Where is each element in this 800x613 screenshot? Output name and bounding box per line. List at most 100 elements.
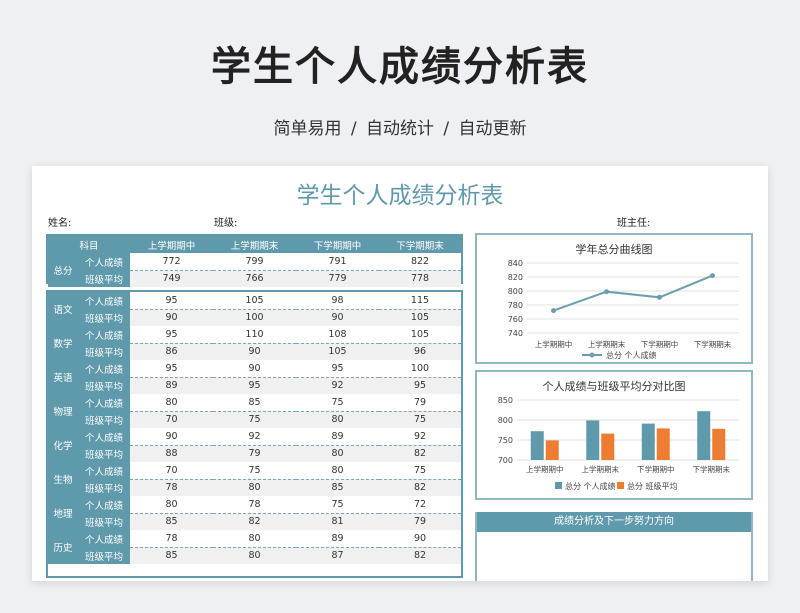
score-cell[interactable]: 78 <box>130 479 213 496</box>
score-cell[interactable]: 80 <box>130 496 213 514</box>
score-cell[interactable]: 88 <box>130 445 213 462</box>
bar-chart: 700 750 800 850 上学期期中 上学期期末 下学期期中 下学期期末总分 个人成绩 总… <box>498 396 739 491</box>
score-cell[interactable]: 85 <box>213 394 296 412</box>
score-cell[interactable]: 92 <box>379 428 461 446</box>
score-cell[interactable]: 82 <box>213 513 296 530</box>
score-cell[interactable]: 115 <box>379 292 461 310</box>
score-cell[interactable]: 75 <box>213 411 296 428</box>
x-tick-label: 下学期期中 <box>641 339 679 349</box>
score-cell[interactable]: 95 <box>213 377 296 394</box>
score-cell[interactable]: 75 <box>296 496 379 514</box>
score-cell[interactable]: 96 <box>379 343 461 360</box>
score-cell[interactable]: 778 <box>379 270 462 287</box>
row-label: 班级平均 <box>78 513 130 530</box>
score-cell[interactable]: 72 <box>379 496 461 514</box>
score-cell[interactable]: 105 <box>296 343 379 360</box>
score-cell[interactable]: 85 <box>296 479 379 496</box>
x-tick-label: 下学期期中 <box>637 464 675 474</box>
score-sheet: 学生个人成绩分析表 姓名: 班级: 班主任: 科目 上学期期中 上学期期末 下学期期中… <box>32 166 768 581</box>
legend-label: 总分 个人成绩 <box>565 481 616 491</box>
score-cell[interactable]: 70 <box>130 411 213 428</box>
score-cell[interactable]: 95 <box>130 292 213 310</box>
score-cell[interactable]: 772 <box>130 253 214 271</box>
analysis-title: 成绩分析及下一步努力方向 <box>477 512 751 532</box>
score-cell[interactable]: 100 <box>213 309 296 326</box>
score-cell[interactable]: 75 <box>296 394 379 412</box>
score-cell[interactable]: 75 <box>379 411 461 428</box>
score-cell[interactable]: 92 <box>296 377 379 394</box>
score-cell[interactable]: 95 <box>296 360 379 378</box>
score-cell[interactable]: 80 <box>296 445 379 462</box>
score-cell[interactable]: 79 <box>213 445 296 462</box>
row-label: 个人成绩 <box>78 360 130 377</box>
y-tick-label: 850 <box>498 396 513 405</box>
score-cell[interactable]: 80 <box>213 530 296 548</box>
score-cell[interactable]: 89 <box>296 530 379 548</box>
table-row: 班级平均 78 80 85 82 <box>48 479 461 496</box>
y-tick-label: 780 <box>508 301 523 310</box>
score-cell[interactable]: 79 <box>379 394 461 412</box>
score-cell[interactable]: 89 <box>130 377 213 394</box>
score-cell[interactable]: 75 <box>213 462 296 480</box>
analysis-text-area[interactable] <box>477 532 751 581</box>
score-cell[interactable]: 110 <box>213 326 296 344</box>
score-cell[interactable]: 81 <box>296 513 379 530</box>
table-row: 数学 个人成绩 95 110 108 105 <box>48 326 461 360</box>
score-cell[interactable]: 82 <box>379 445 461 462</box>
score-cell[interactable]: 108 <box>296 326 379 344</box>
score-cell[interactable]: 791 <box>296 253 380 271</box>
score-cell[interactable]: 82 <box>379 547 461 564</box>
score-cell[interactable]: 78 <box>213 496 296 514</box>
legend-marker <box>589 352 595 358</box>
score-cell[interactable]: 80 <box>296 462 379 480</box>
score-cell[interactable]: 105 <box>213 292 296 310</box>
score-cell[interactable]: 86 <box>130 343 213 360</box>
score-cell[interactable]: 80 <box>213 479 296 496</box>
score-cell[interactable]: 80 <box>296 411 379 428</box>
score-cell[interactable]: 90 <box>296 309 379 326</box>
row-label: 个人成绩 <box>78 326 130 343</box>
header-period: 上学期期中 <box>130 236 214 253</box>
score-cell[interactable]: 85 <box>130 513 213 530</box>
score-cell[interactable]: 90 <box>130 428 213 446</box>
subject-cell: 数学 <box>48 326 78 360</box>
score-cell[interactable]: 95 <box>130 326 213 344</box>
subject-score-table: 语文 个人成绩 95 105 98 115 班级平均 90 100 90 105 数学 个人成绩 95 11… <box>48 292 461 564</box>
score-cell[interactable]: 822 <box>379 253 462 271</box>
y-tick-label: 740 <box>508 329 523 338</box>
score-cell[interactable]: 98 <box>296 292 379 310</box>
score-cell[interactable]: 90 <box>213 360 296 378</box>
score-cell[interactable]: 82 <box>379 479 461 496</box>
score-cell[interactable]: 105 <box>379 309 461 326</box>
score-cell[interactable]: 80 <box>130 394 213 412</box>
score-cell[interactable]: 100 <box>379 360 461 378</box>
score-cell[interactable]: 85 <box>130 547 213 564</box>
bar <box>601 433 615 460</box>
table-row: 班级平均 85 80 87 82 <box>48 547 461 564</box>
score-cell[interactable]: 79 <box>379 513 461 530</box>
bar <box>545 440 559 460</box>
score-cell[interactable]: 87 <box>296 547 379 564</box>
score-cell[interactable]: 749 <box>130 270 214 287</box>
score-cell[interactable]: 89 <box>296 428 379 446</box>
score-cell[interactable]: 799 <box>213 253 297 271</box>
score-cell[interactable]: 95 <box>379 377 461 394</box>
score-cell[interactable]: 78 <box>130 530 213 548</box>
score-cell[interactable]: 90 <box>130 309 213 326</box>
row-label: 个人成绩 <box>78 530 130 547</box>
data-point <box>604 289 609 295</box>
score-cell[interactable]: 90 <box>379 530 461 548</box>
subject-cell: 物理 <box>48 394 78 428</box>
score-cell[interactable]: 95 <box>130 360 213 378</box>
row-label: 班级平均 <box>78 547 130 564</box>
row-label: 个人成绩 <box>78 462 130 479</box>
score-cell[interactable]: 92 <box>213 428 296 446</box>
row-label: 班级平均 <box>78 309 130 326</box>
score-cell[interactable]: 80 <box>213 547 296 564</box>
score-cell[interactable]: 70 <box>130 462 213 480</box>
score-cell[interactable]: 779 <box>296 270 380 287</box>
score-cell[interactable]: 105 <box>379 326 461 344</box>
score-cell[interactable]: 90 <box>213 343 296 360</box>
score-cell[interactable]: 75 <box>379 462 461 480</box>
score-cell[interactable]: 766 <box>213 270 297 287</box>
